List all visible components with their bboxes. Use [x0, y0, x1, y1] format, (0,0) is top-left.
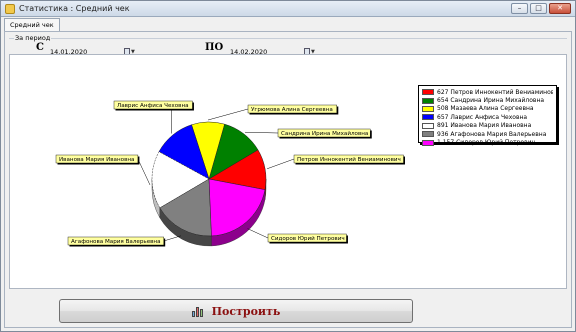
svg-text:Иванова Мария Ивановна: Иванова Мария Ивановна — [59, 157, 134, 163]
legend-label: 1 157 Сидоров Юрий Петрович — [437, 139, 536, 147]
build-button-label: Построить — [211, 304, 281, 318]
legend-swatch — [422, 89, 434, 96]
app-icon — [5, 4, 15, 14]
window-controls: – □ ✕ — [511, 3, 571, 14]
slice-callout-line — [207, 108, 249, 121]
slice-callout-label: Сидоров Юрий Петрович — [267, 233, 348, 244]
statistics-window: Статистика : Средний чек – □ ✕ Средний ч… — [0, 0, 576, 332]
date-to-label: ПО — [205, 42, 224, 53]
build-button[interactable]: Построить — [59, 299, 413, 323]
slice-callout-label: Сандрина Ирина Михайловна — [277, 128, 372, 139]
legend-label: 891 Иванова Мария Ивановна — [437, 122, 532, 130]
slice-callout-line — [267, 158, 295, 170]
legend-swatch — [422, 97, 434, 104]
minimize-button[interactable]: – — [511, 3, 528, 14]
period-group-border — [9, 38, 567, 39]
legend-item: 1 157 Сидоров Юрий Петрович — [422, 138, 553, 146]
legend-label: 936 Агафонова Мария Валерьевна — [437, 130, 547, 138]
title-bar[interactable]: Статистика : Средний чек – □ ✕ — [1, 1, 575, 17]
legend-item: 657 Лаврис Анфиса Чеховна — [422, 113, 553, 121]
legend-swatch — [422, 114, 434, 121]
bar-chart-icon — [191, 305, 206, 317]
legend-item: 936 Агафонова Мария Валерьевна — [422, 130, 553, 138]
legend-item: 654 Сандрина Ирина Михайловна — [422, 96, 553, 104]
chart-legend: 627 Петров Иннокентий Вениаминович 654 Са… — [418, 85, 557, 146]
svg-text:Сидоров Юрий Петрович: Сидоров Юрий Петрович — [271, 235, 345, 242]
maximize-button[interactable]: □ — [530, 3, 547, 14]
legend-swatch — [422, 122, 434, 129]
slice-callout-label: Петров Иннокентий Вениаминович — [293, 154, 405, 165]
svg-text:Агафонова Мария Валерьевна: Агафонова Мария Валерьевна — [71, 239, 161, 245]
period-group-label: За период — [14, 34, 52, 42]
window-title: Статистика : Средний чек — [19, 4, 130, 13]
legend-item: 891 Иванова Мария Ивановна — [422, 122, 553, 130]
svg-text:Лаврис Анфиса Чеховна: Лаврис Анфиса Чеховна — [117, 103, 189, 109]
slice-callout-line — [247, 228, 269, 239]
legend-label: 654 Сандрина Ирина Михайловна — [437, 97, 545, 105]
date-from-label: С — [36, 42, 44, 53]
close-button[interactable]: ✕ — [549, 3, 571, 14]
svg-text:Петров Иннокентий Вениаминович: Петров Иннокентий Вениаминович — [297, 156, 401, 163]
legend-label: 627 Петров Иннокентий Вениаминович — [437, 88, 553, 96]
slice-callout-line — [163, 235, 181, 242]
legend-swatch — [422, 131, 434, 138]
slice-callout-label: Иванова Мария Ивановна — [55, 154, 140, 165]
slice-callout-label: Угрюмова Алина Сергеевна — [247, 104, 339, 115]
tab-average-check[interactable]: Средний чек — [4, 18, 60, 32]
legend-label: 508 Мазаева Алина Сергеевна — [437, 105, 534, 113]
legend-item: 627 Петров Иннокентий Вениаминович — [422, 88, 553, 96]
svg-text:Угрюмова Алина Сергеевна: Угрюмова Алина Сергеевна — [251, 107, 333, 113]
legend-label: 657 Лаврис Анфиса Чеховна — [437, 113, 528, 121]
slice-callout-label: Лаврис Анфиса Чеховна — [113, 100, 194, 111]
slice-callout-line — [137, 158, 151, 186]
slice-callout-line — [244, 131, 279, 134]
legend-swatch — [422, 139, 434, 146]
legend-item: 508 Мазаева Алина Сергеевна — [422, 105, 553, 113]
chart-area: Петров Иннокентий Вениаминович Сандрина И… — [9, 54, 567, 289]
slice-callout-label: Агафонова Мария Валерьевна — [67, 236, 166, 247]
legend-swatch — [422, 105, 434, 112]
svg-text:Сандрина Ирина Михайловна: Сандрина Ирина Михайловна — [281, 130, 368, 137]
